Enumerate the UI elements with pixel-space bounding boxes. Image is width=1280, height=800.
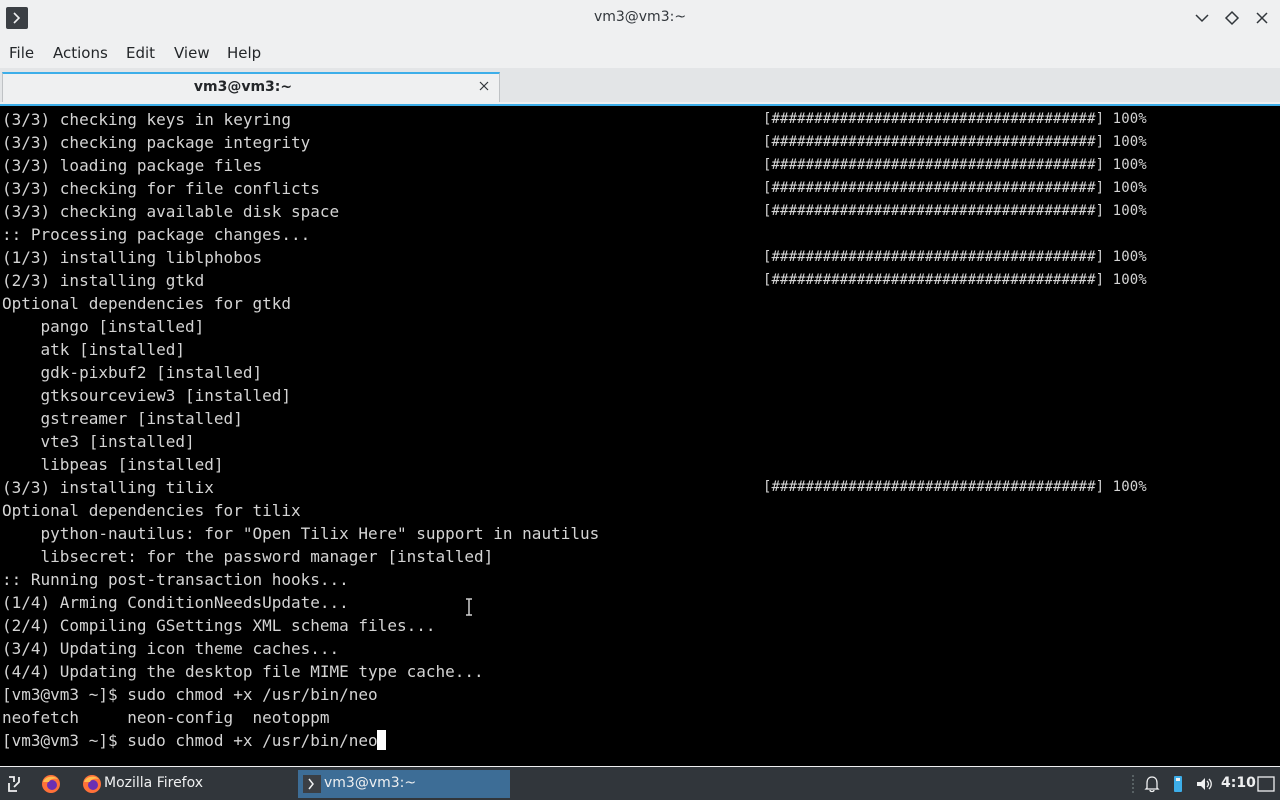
terminal-line: (3/4) Updating icon theme caches... — [2, 639, 340, 658]
window-title: vm3@vm3:~ — [593, 9, 687, 25]
progress-bar-text: [######################################]… — [763, 249, 1147, 265]
menu-edit[interactable]: Edit — [126, 44, 155, 62]
diamond-icon — [1224, 10, 1240, 26]
removable-device-icon[interactable] — [1167, 773, 1189, 795]
terminal-line: vte3 [installed] — [2, 432, 195, 451]
tray-separator-icon — [1132, 775, 1134, 793]
progress-bar-text: [######################################]… — [763, 157, 1147, 173]
chevron-down-icon — [1195, 14, 1209, 23]
menu-bar: File Actions Edit View Help — [0, 36, 1280, 68]
task-terminal[interactable]: vm3@vm3:~ — [298, 770, 510, 798]
terminal-line: libsecret: for the password manager [ins… — [2, 547, 494, 566]
terminal-line: gdk-pixbuf2 [installed] — [2, 363, 263, 382]
terminal-line: (3/3) checking for file conflicts — [2, 179, 320, 198]
volume-icon[interactable] — [1193, 773, 1215, 795]
terminal-cursor — [377, 730, 387, 750]
terminal-line: libpeas [installed] — [2, 455, 224, 474]
menu-view[interactable]: View — [174, 44, 210, 62]
terminal-line: :: Running post-transaction hooks... — [2, 570, 349, 589]
menu-actions[interactable]: Actions — [53, 44, 108, 62]
window-titlebar: vm3@vm3:~ — [0, 0, 1280, 36]
progress-bar-text: [######################################]… — [763, 134, 1147, 150]
terminal-line: [vm3@vm3 ~]$ sudo chmod +x /usr/bin/neo — [2, 731, 378, 750]
progress-bar-text: [######################################]… — [763, 111, 1147, 127]
terminal-line: (2/3) installing gtkd — [2, 271, 205, 290]
progress-bar-text: [######################################]… — [763, 272, 1147, 288]
minimize-button[interactable] — [1192, 8, 1212, 28]
firefox-launcher-icon[interactable] — [40, 773, 62, 795]
terminal-line: (3/3) loading package files — [2, 156, 263, 175]
terminal-line: atk [installed] — [2, 340, 186, 359]
close-tab-icon[interactable] — [477, 79, 491, 93]
terminal-line: (1/3) installing liblphobos — [2, 248, 263, 267]
task-terminal-label: vm3@vm3:~ — [324, 775, 417, 791]
terminal-line: python-nautilus: for "Open Tilix Here" s… — [2, 524, 600, 543]
firefox-icon — [83, 775, 101, 793]
terminal-line: gtksourceview3 [installed] — [2, 386, 291, 405]
progress-bar-text: [######################################]… — [763, 479, 1147, 495]
terminal-output[interactable]: (3/3) checking keys in keyring [#########… — [0, 104, 1280, 766]
tab-label: vm3@vm3:~ — [193, 79, 293, 95]
maximize-button[interactable] — [1222, 8, 1242, 28]
task-firefox-label: Mozilla Firefox — [104, 775, 204, 791]
terminal-line: [vm3@vm3 ~]$ sudo chmod +x /usr/bin/neo — [2, 685, 378, 704]
task-firefox[interactable]: Mozilla Firefox — [78, 770, 294, 798]
terminal-line: Optional dependencies for gtkd — [2, 294, 291, 313]
close-icon — [1256, 12, 1268, 24]
menu-file[interactable]: File — [9, 44, 34, 62]
tab-terminal[interactable]: vm3@vm3:~ — [2, 72, 500, 102]
progress-bar-text: [######################################]… — [763, 180, 1147, 196]
terminal-line: (4/4) Updating the desktop file MIME typ… — [2, 662, 484, 681]
terminal-line: (2/4) Compiling GSettings XML schema fil… — [2, 616, 436, 635]
terminal-line: (3/3) checking available disk space — [2, 202, 340, 221]
terminal-line: neofetch neon-config neotoppm — [2, 708, 330, 727]
terminal-line: (3/3) installing tilix — [2, 478, 214, 497]
terminal-line: pango [installed] — [2, 317, 205, 336]
terminal-line: :: Processing package changes... — [2, 225, 311, 244]
application-launcher-icon[interactable] — [3, 773, 25, 795]
terminal-line: (3/3) checking package integrity — [2, 133, 311, 152]
terminal-line: gstreamer [installed] — [2, 409, 243, 428]
tab-bar: vm3@vm3:~ — [0, 68, 1280, 102]
terminal-icon — [303, 775, 321, 793]
clock[interactable]: 4:10 — [1221, 775, 1256, 791]
progress-bar-text: [######################################]… — [763, 203, 1147, 219]
text-cursor-ibeam-icon — [466, 598, 472, 616]
taskbar: Mozilla Firefox vm3@vm3:~ 4:10 — [0, 767, 1280, 800]
close-window-button[interactable] — [1252, 8, 1272, 28]
show-desktop-icon[interactable] — [1255, 773, 1277, 795]
terminal-line: (1/4) Arming ConditionNeedsUpdate... — [2, 593, 349, 612]
notifications-bell-icon[interactable] — [1141, 773, 1163, 795]
terminal-line: (3/3) checking keys in keyring — [2, 110, 291, 129]
terminal-line: Optional dependencies for tilix — [2, 501, 301, 520]
menu-help[interactable]: Help — [227, 44, 261, 62]
